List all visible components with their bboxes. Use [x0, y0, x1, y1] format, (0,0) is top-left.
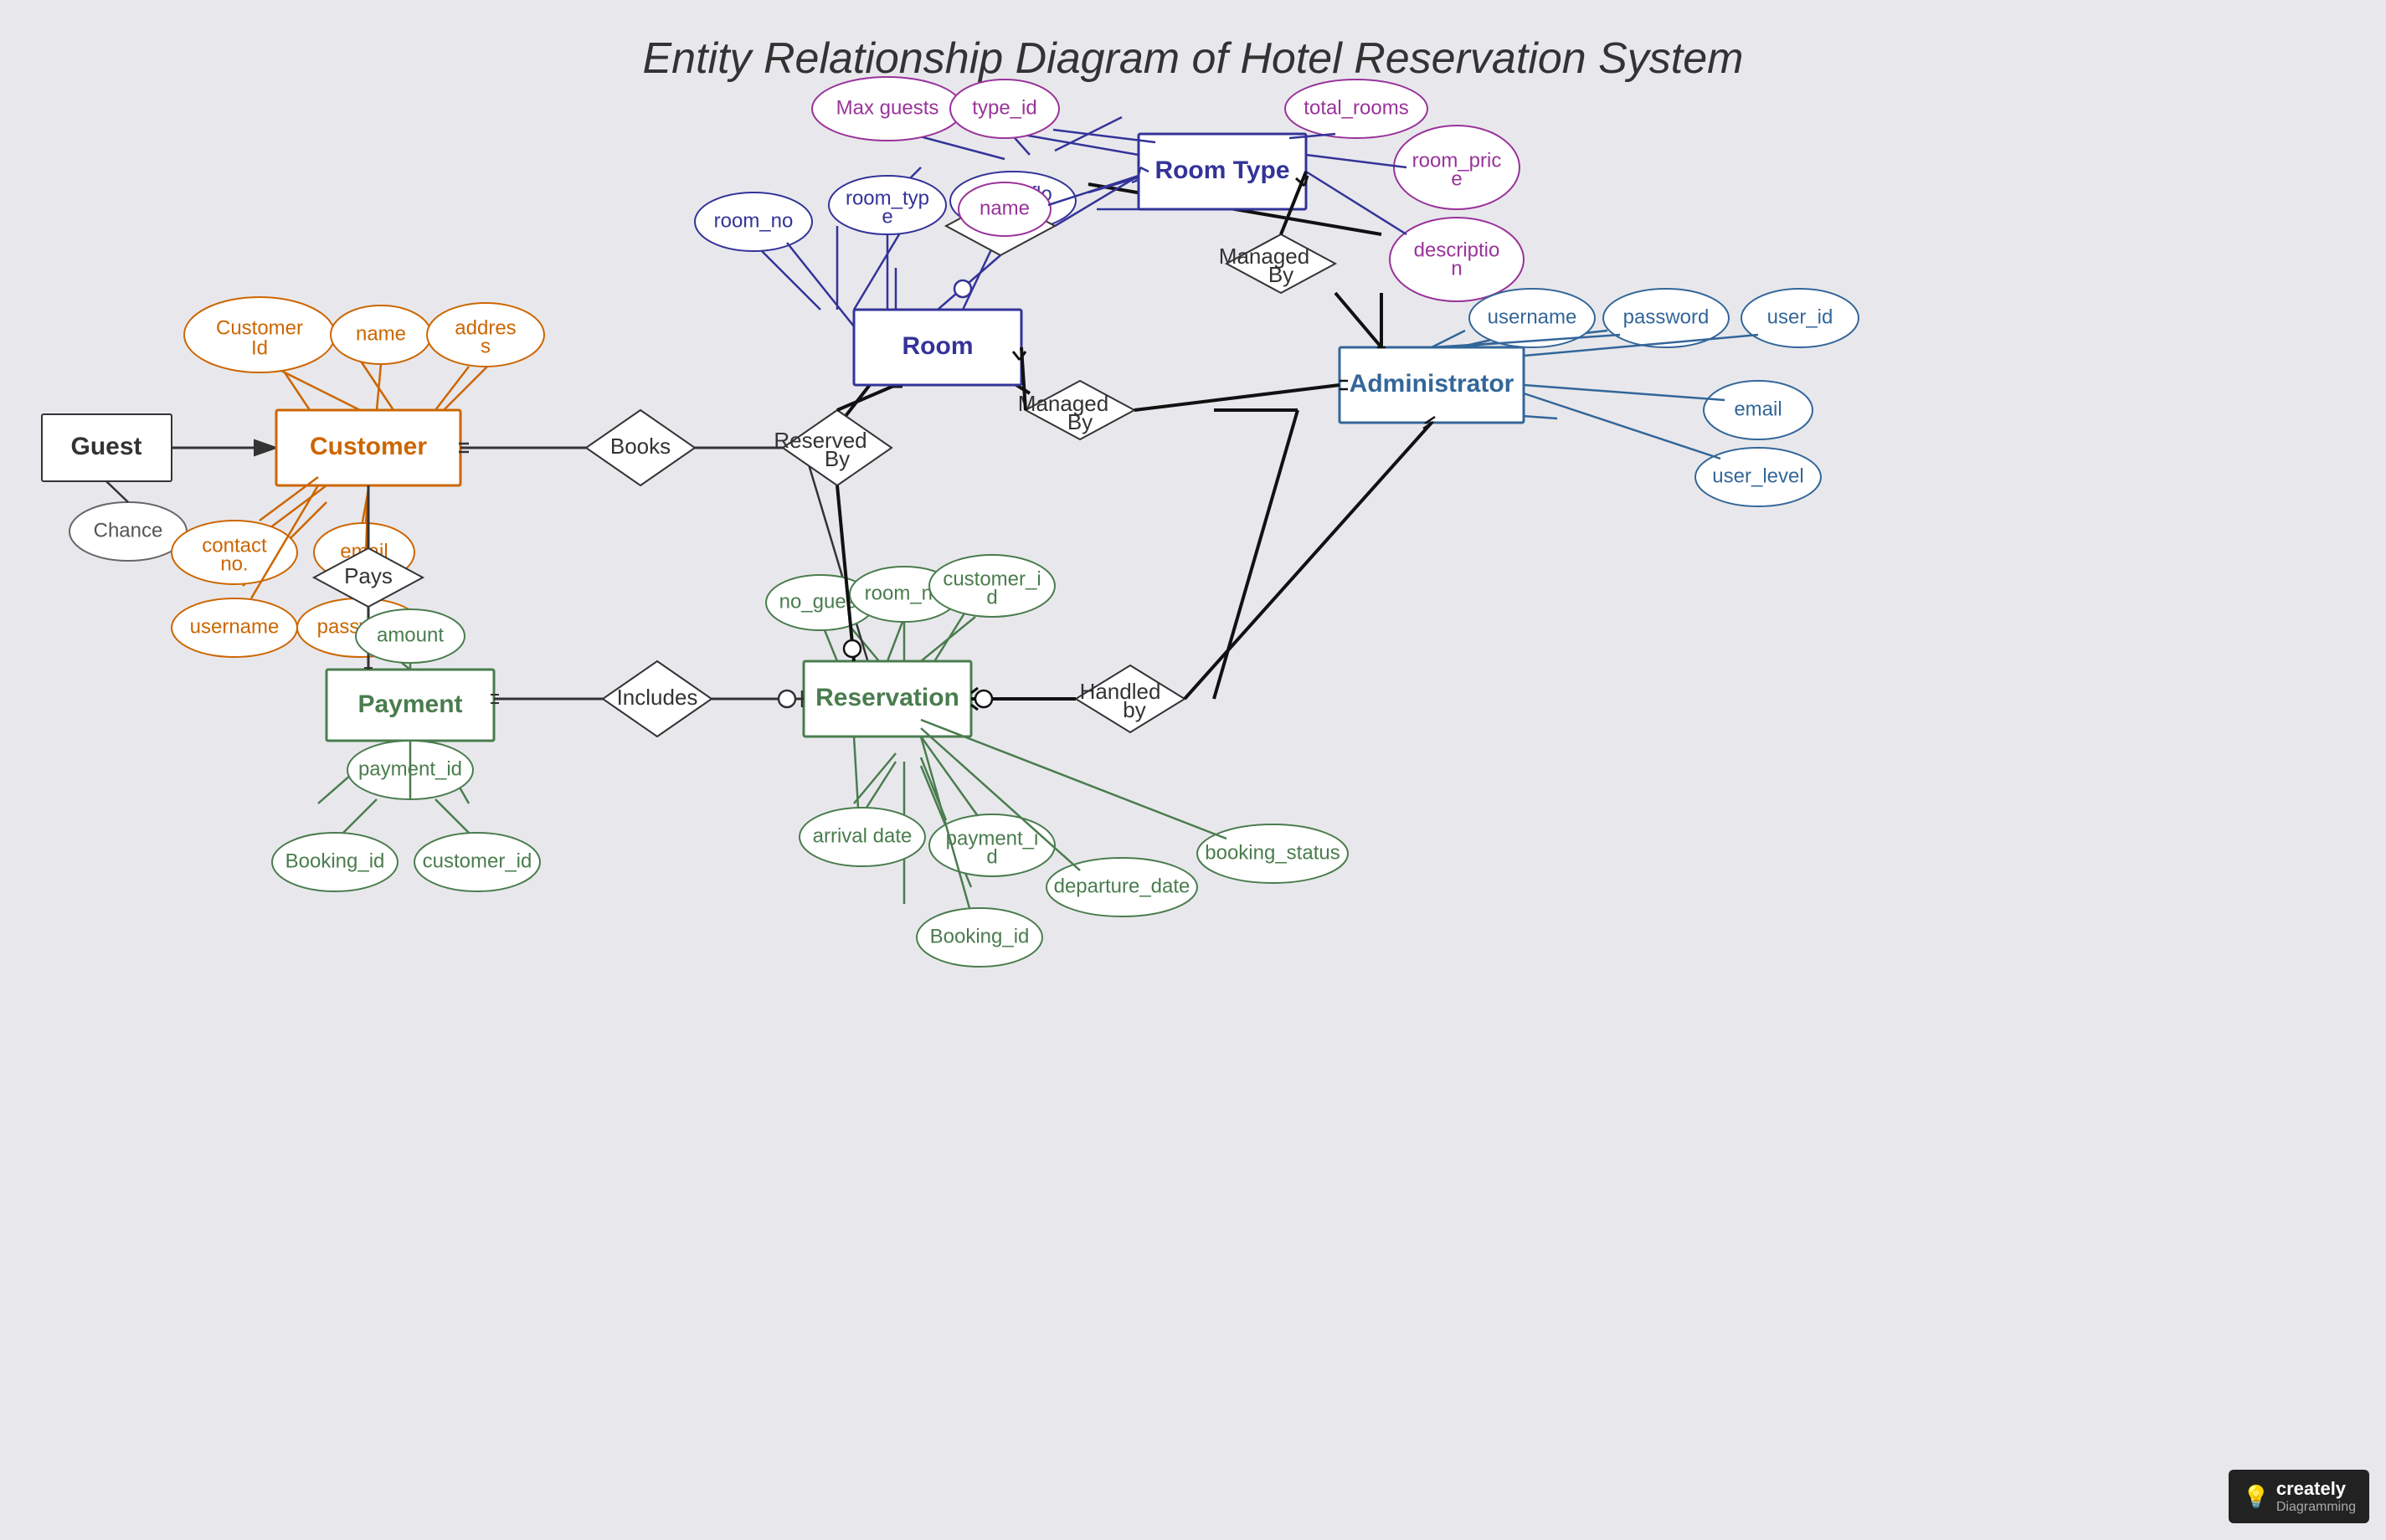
administrator-label: Administrator: [1350, 370, 1514, 398]
managed-by-upper-label2: By: [1268, 262, 1293, 287]
watermark: 💡 creately Diagramming: [2229, 1470, 2369, 1523]
departure-date-label: departure_date: [1054, 875, 1190, 897]
erd-diagram: Guest Chance Customer Customer Id name a…: [0, 0, 2386, 1540]
roomtype-label: Room Type: [1154, 157, 1289, 184]
bulb-icon: 💡: [2242, 1484, 2269, 1510]
type-id-label: type_id: [972, 96, 1036, 119]
includes-label: Includes: [617, 685, 698, 710]
diagram-container: Entity Relationship Diagram of Hotel Res…: [0, 0, 2386, 1540]
room-type-label2: e: [882, 205, 892, 228]
payment-label: Payment: [357, 690, 462, 718]
total-rooms-label: total_rooms: [1304, 96, 1408, 119]
handled-by-label2: by: [1123, 697, 1145, 722]
room-label: Room: [902, 332, 974, 360]
customer-label: Customer: [310, 433, 427, 460]
customer-id-label1: Customer: [216, 316, 303, 339]
booking-status-label: booking_status: [1205, 841, 1340, 864]
pays-label: Pays: [344, 563, 393, 588]
handled-by-label1: Handled: [1080, 679, 1161, 704]
booking-id-payment-label: Booking_id: [285, 850, 385, 872]
user-id-label: user_id: [1767, 305, 1833, 328]
admin-email-label: email: [1734, 398, 1782, 420]
max-guests-label: Max guests: [836, 96, 939, 119]
admin-password-label: password: [1623, 305, 1710, 328]
roomtype-name-label: name: [980, 197, 1030, 219]
reservation-label: Reservation: [815, 684, 959, 711]
user-level-label: user_level: [1712, 465, 1803, 487]
customer-id-payment-label: customer_id: [423, 850, 532, 872]
room-price-label2: e: [1451, 167, 1462, 190]
managed-by-upper-label1: Managed: [1219, 244, 1309, 269]
books-label: Books: [610, 434, 671, 459]
brand-sub: Diagramming: [2276, 1500, 2356, 1515]
admin-username-label: username: [1488, 305, 1577, 328]
contact-no-label2: no.: [220, 552, 248, 575]
booking-id-res-label: Booking_id: [930, 925, 1030, 947]
reserved-by-label2: By: [825, 446, 850, 471]
customer-id-label2: Id: [251, 336, 268, 359]
customer-username-label: username: [190, 615, 280, 638]
chance-label: Chance: [94, 519, 163, 542]
address-label2: s: [481, 335, 491, 357]
managed-by-lower-label1: Managed: [1018, 391, 1108, 416]
watermark-text: creately Diagramming: [2276, 1478, 2356, 1515]
reserved-by-label1: Reserved: [774, 428, 866, 453]
guest-label: Guest: [70, 433, 141, 460]
description-label2: n: [1451, 257, 1462, 280]
payment-id-res-label2: d: [986, 845, 997, 868]
brand-name: creately: [2276, 1478, 2356, 1500]
customer-name-label: name: [356, 322, 406, 345]
managed-by-lower-label2: By: [1067, 409, 1093, 434]
arrival-date-label: arrival date: [813, 824, 913, 847]
amount-label: amount: [377, 624, 444, 646]
room-no-label: room_no: [714, 209, 794, 232]
customer-id-res-label2: d: [986, 586, 997, 608]
